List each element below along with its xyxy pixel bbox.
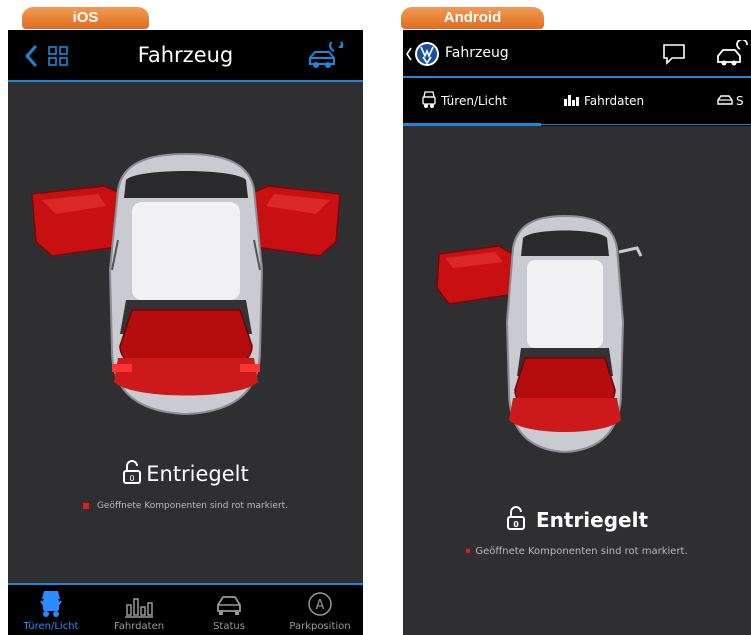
legend-note: Geöffnete Komponenten sind rot markiert. xyxy=(8,501,363,511)
lock-status: 0 Entriegelt xyxy=(403,506,751,532)
ios-nav-bar: Fahrzeug xyxy=(8,30,363,82)
red-legend-marker xyxy=(466,549,471,553)
ios-tab-bar: Türen/Licht Fahrdaten Status A Parkposit… xyxy=(8,583,363,635)
tab-label: Fahrdaten xyxy=(113,621,165,632)
parking-a-icon: A xyxy=(308,592,332,616)
tab-doors-lights[interactable]: Türen/Licht xyxy=(421,78,507,124)
tab-drive-data[interactable]: Fahrdaten xyxy=(103,589,175,632)
vw-logo-icon xyxy=(415,42,439,66)
page-title: Fahrzeug xyxy=(445,45,509,61)
tab-drive-data[interactable]: Fahrdaten xyxy=(563,78,644,124)
android-action-bar: Fahrzeug xyxy=(403,30,751,78)
tab-label: Status xyxy=(213,621,245,632)
unlocked-padlock-icon: 0 xyxy=(506,506,525,530)
svg-text:A: A xyxy=(316,598,325,613)
tab-label: Fahrdaten xyxy=(584,94,645,108)
car-refresh-icon[interactable] xyxy=(715,40,751,68)
back-chevron-icon[interactable] xyxy=(405,47,413,61)
car-doors-icon xyxy=(422,91,436,108)
car-top-view-illustration xyxy=(436,214,643,454)
android-screen: Fahrzeug Türen/Licht Fahrdaten S 0 Entri… xyxy=(403,30,751,635)
message-icon[interactable] xyxy=(662,43,686,65)
car-refresh-icon[interactable] xyxy=(306,42,346,70)
unlocked-padlock-icon: 0 xyxy=(123,460,142,484)
tab-label: Türen/Licht xyxy=(441,94,507,108)
tab-doors-lights[interactable]: Türen/Licht xyxy=(15,589,87,632)
bar-chart-icon xyxy=(125,598,153,618)
car-top-view-illustration xyxy=(31,152,341,416)
android-badge: Android xyxy=(401,7,544,29)
legend-text: Geöffnete Komponenten sind rot markiert. xyxy=(96,501,289,511)
lock-status-label: Entriegelt xyxy=(535,508,649,532)
tab-label: Parkposition xyxy=(289,621,351,632)
lock-status: 0 Entriegelt xyxy=(8,460,363,486)
tab-label: Türen/Licht xyxy=(23,621,79,632)
car-doors-icon xyxy=(40,591,62,617)
lock-status-label: Entriegelt xyxy=(146,462,249,486)
svg-text:0: 0 xyxy=(513,520,519,529)
car-icon xyxy=(717,95,733,105)
android-tab-strip: Türen/Licht Fahrdaten S xyxy=(403,78,751,126)
tab-status[interactable]: Status xyxy=(193,589,265,632)
ios-screen: Fahrzeug 0 Entriegelt Geöffnete Komponen… xyxy=(8,30,363,635)
tab-parking-position[interactable]: A Parkposition xyxy=(280,589,360,632)
tab-status[interactable]: S xyxy=(717,78,744,124)
bar-chart-icon xyxy=(564,95,579,106)
red-legend-marker xyxy=(82,502,89,509)
svg-text:0: 0 xyxy=(130,474,135,483)
tab-label: S xyxy=(736,94,744,108)
car-icon xyxy=(217,596,241,615)
legend-note: Geöffnete Komponenten sind rot markiert. xyxy=(403,546,751,557)
ios-badge: iOS xyxy=(22,7,149,29)
legend-text: Geöffnete Komponenten sind rot markiert. xyxy=(475,546,688,557)
